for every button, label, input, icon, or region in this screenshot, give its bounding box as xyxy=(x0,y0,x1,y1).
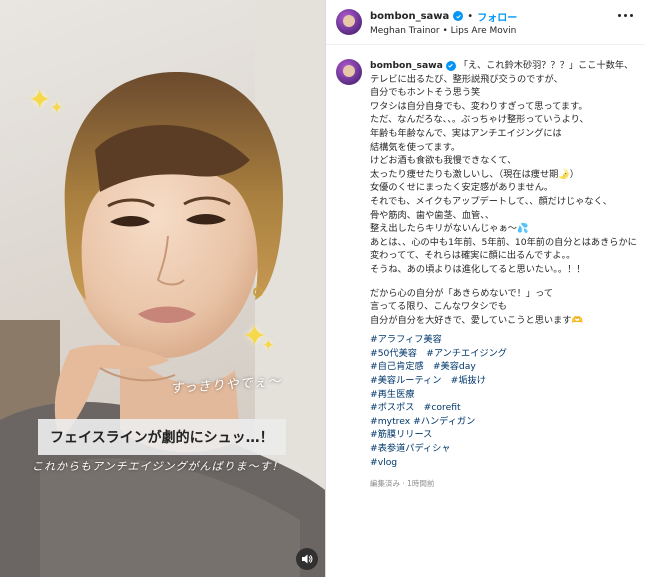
post-header: bombon_sawa • フォロー Meghan Trainor • Lips… xyxy=(326,0,645,45)
instagram-post: ✦ ✦ ✦ ✦ すっきりやでぇ〜 フェイスラインが劇的にシュッ…！ これからもア… xyxy=(0,0,645,577)
more-options-button[interactable] xyxy=(618,14,633,17)
sparkle-icon: ✦ xyxy=(50,98,64,117)
hashtag-link[interactable]: #ボスポス #corefit xyxy=(370,401,632,415)
hashtag-link[interactable]: #再生医療 xyxy=(370,388,632,402)
username-link[interactable]: bombon_sawa xyxy=(370,60,443,71)
post-side-panel: bombon_sawa • フォロー Meghan Trainor • Lips… xyxy=(325,0,645,577)
hashtag-link[interactable]: #表参道パディシャ xyxy=(370,442,632,456)
caption-text: bombon_sawa 「え、これ鈴木砂羽？？？」ここ十数年、 テレビに出るたび… xyxy=(370,59,637,491)
caption-first-line: bombon_sawa 「え、これ鈴木砂羽？？？」ここ十数年、 xyxy=(370,59,634,73)
username-link[interactable]: bombon_sawa xyxy=(370,11,449,22)
more-dot-icon xyxy=(624,14,627,17)
hashtag-link[interactable]: #50代美容 #アンチエイジング xyxy=(370,347,632,361)
caption-line: 自分でもホントそう思う笑 xyxy=(370,87,481,99)
caption-line: ただ、なんだろな、、。ぶっちゃけ整形っていうより、 xyxy=(370,114,589,126)
caption-line: ワタシは自分自身でも、変わりすぎって思ってます。 xyxy=(370,100,588,112)
post-timestamp: 編集済み · 1時間前 xyxy=(370,479,435,489)
audio-track-link[interactable]: Meghan Trainor • Lips Are Movin xyxy=(370,26,517,36)
caption-line: 女優のくせにまったく安定感がありません。 xyxy=(370,182,554,194)
caption-line: 年齢も年齢なんで、実はアンチエイジングには xyxy=(370,127,562,139)
hashtag-link[interactable]: #美容ルーティン #垢抜け xyxy=(370,374,632,388)
caption-line: 骨や筋肉、歯や歯茎、血管、、 xyxy=(370,209,495,221)
hashtag-link[interactable]: #筋膜リリース xyxy=(370,428,632,442)
caption-line: 変わってて、それらは確実に顔に出るんですよ。。 xyxy=(370,250,576,262)
caption-line: 「え、これ鈴木砂羽？？？」ここ十数年、 xyxy=(458,60,634,71)
verified-badge-icon xyxy=(453,11,464,21)
more-dot-icon xyxy=(618,14,621,17)
caption-line: そうね、あの頃よりは進化してると思いたい。。！！ xyxy=(370,263,586,275)
more-dot-icon xyxy=(630,14,633,17)
caption-line: 言ってる限り、こんなワタシでも xyxy=(370,301,507,313)
post-author: bombon_sawa • フォロー Meghan Trainor • Lips… xyxy=(370,9,517,36)
avatar[interactable] xyxy=(336,9,362,35)
hashtag-link[interactable]: #vlog xyxy=(370,456,632,470)
mute-button[interactable] xyxy=(296,548,318,570)
hashtag-link[interactable]: #アラフィフ美容 xyxy=(370,333,632,347)
caption-line: それでも、メイクもアップデートして、、顔だけじゃなく、 xyxy=(370,195,612,207)
post-video[interactable]: ✦ ✦ ✦ ✦ すっきりやでぇ〜 フェイスラインが劇的にシュッ…！ これからもア… xyxy=(0,0,325,577)
sparkle-icon: ✦ xyxy=(28,83,52,116)
caption-line: 太ったり痩せたりも激しいし、（現在は痩せ期🌛） xyxy=(370,168,579,180)
caption-line: だから心の自分が「あきらめないで！」って xyxy=(370,287,554,299)
speaker-icon xyxy=(302,554,313,564)
caption-line: テレビに出るたび、整形説飛び交うのですが、 xyxy=(370,73,563,85)
video-subcaption: これからもアンチエイジングがんばりま〜す！ xyxy=(32,460,284,473)
separator-dot: • xyxy=(467,10,474,22)
verified-badge-icon xyxy=(445,60,456,71)
hashtag-link[interactable]: #自己肯定感 #美容day xyxy=(370,360,632,374)
caption-line: 結構気を使ってます。 xyxy=(370,141,461,153)
sparkle-icon: ✦ xyxy=(262,336,275,354)
caption-line: あとは、、心の中も1年前、5年前、10年前の自分とはあきらかに xyxy=(370,236,637,248)
follow-button[interactable]: フォロー xyxy=(477,9,517,24)
video-caption-box: フェイスラインが劇的にシュッ…！ xyxy=(38,419,286,455)
hashtag-link[interactable]: #mytrex #ハンディガン xyxy=(370,415,632,429)
caption-comment: bombon_sawa 「え、これ鈴木砂羽？？？」ここ十数年、 テレビに出るたび… xyxy=(326,45,645,491)
caption-line: けどお酒も食欲も我慢できなくて、 xyxy=(370,155,517,167)
caption-line: 自分が自分を大好きで、愛していこうと思います🫶 xyxy=(370,314,583,326)
caption-line: 整え出したらキリがないんじゃぁ〜💦 xyxy=(370,223,529,235)
avatar[interactable] xyxy=(336,59,362,85)
